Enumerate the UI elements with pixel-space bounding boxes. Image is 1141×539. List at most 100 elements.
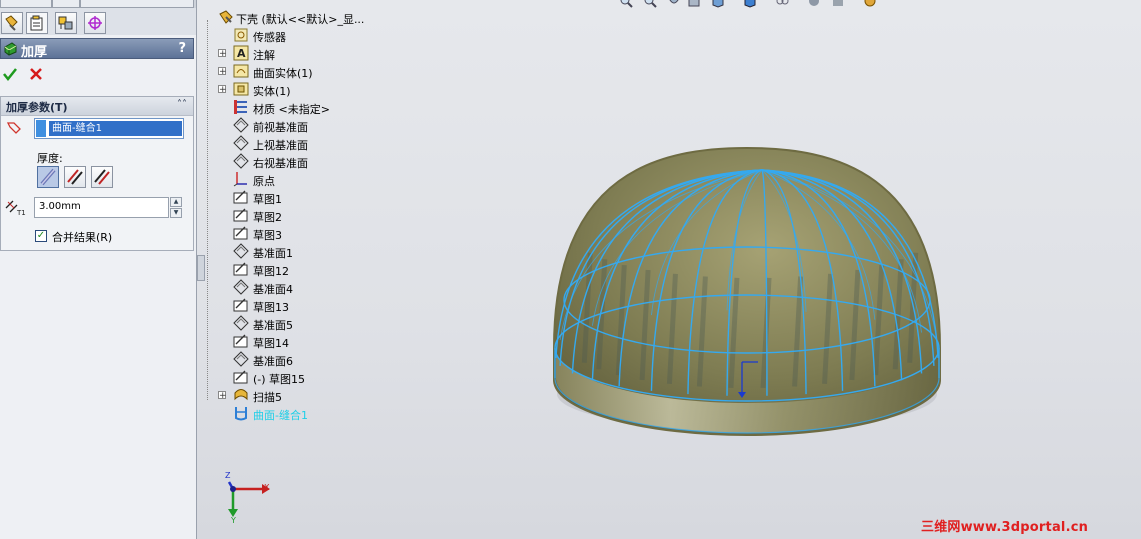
tree-connector-line [207, 20, 209, 400]
tree-item-label: 曲面-缝合1 [253, 409, 308, 422]
thicken-both-sides-button[interactable] [64, 166, 86, 188]
tree-item-label: 注解 [253, 49, 275, 62]
knit-surface-icon [235, 407, 247, 421]
section-title: 加厚参数(T) [6, 101, 68, 114]
help-button[interactable]: ? [178, 41, 186, 56]
tree-item-label: 草图2 [253, 211, 282, 224]
feature-manager-icon [5, 15, 18, 31]
expand-toggle-icon[interactable]: + [218, 85, 227, 95]
panel-splitter-handle[interactable] [197, 255, 205, 281]
plane-icon [233, 279, 249, 295]
tab-configuration-manager[interactable] [55, 12, 77, 34]
tab-dimxpert-manager[interactable] [84, 12, 106, 34]
plane-icon [233, 315, 249, 331]
material-icon [234, 100, 247, 114]
cancel-x-icon[interactable] [28, 66, 44, 82]
sketch-icon [233, 208, 248, 222]
site-watermark: 三维网www.3dportal.cn [921, 520, 1089, 535]
plane-icon [233, 153, 249, 169]
graphics-viewport[interactable] [206, 0, 1141, 539]
dimxpert-icon [88, 16, 102, 30]
tree-item-label: (-) 草图15 [253, 373, 306, 386]
sketch-icon [233, 190, 248, 204]
thicken-side1-icon [40, 168, 56, 186]
thickness-dimension-icon: T1 [5, 200, 26, 216]
spin-down-button[interactable]: ▼ [170, 208, 182, 218]
tab-top-bar [0, 0, 196, 8]
tree-item-label: 实体(1) [253, 85, 291, 98]
tree-item-label: 前视基准面 [253, 121, 308, 134]
thicken-side1-button[interactable] [37, 166, 59, 188]
plane-icon [233, 135, 249, 151]
tree-item-label: 草图1 [253, 193, 282, 206]
tab-property-manager[interactable] [26, 12, 48, 34]
zoom-area-icon[interactable] [643, 0, 657, 8]
property-manager-icon [30, 15, 43, 31]
surface-selection-box[interactable]: 曲面-缝合1 [34, 118, 184, 139]
edit-appearance-icon[interactable] [807, 0, 821, 8]
surface-bodies-icon [233, 64, 249, 78]
triad-z-label: Z [225, 471, 231, 480]
hide-show-items-icon[interactable] [775, 0, 789, 8]
tree-item-label: 下壳 (默认<<默认>_显... [236, 13, 365, 26]
merge-result-label[interactable]: 合并结果(R) [52, 229, 112, 245]
tab-top-segment [0, 0, 52, 8]
tab-feature-manager[interactable] [1, 12, 23, 34]
view-orientation-icon[interactable] [711, 0, 725, 8]
ok-check-icon[interactable] [2, 66, 18, 82]
surface-selection-icon [6, 122, 21, 134]
manager-tab-strip [0, 0, 196, 35]
previous-view-icon[interactable] [667, 0, 681, 8]
thicken-side2-icon [94, 169, 110, 185]
section-header[interactable]: 加厚参数(T) ˄˄ [1, 97, 193, 116]
thickness-input[interactable]: 3.00mm [34, 197, 169, 218]
tab-top-segment [80, 0, 194, 8]
annotation-icon: A [233, 45, 249, 61]
display-style-icon[interactable] [743, 0, 757, 8]
thicken-side2-button[interactable] [91, 166, 113, 188]
tree-item-label: 基准面5 [253, 319, 293, 332]
expand-toggle-icon[interactable]: + [218, 67, 227, 77]
sketch-icon [233, 298, 248, 312]
origin-icon [233, 172, 247, 187]
spin-up-button[interactable]: ▲ [170, 197, 182, 207]
tree-item-label: 材质 <未指定> [253, 103, 330, 116]
part-icon [219, 10, 233, 24]
sketch-icon [233, 226, 248, 240]
plane-icon [233, 351, 249, 367]
svg-text:T1: T1 [16, 209, 26, 216]
plane-icon [233, 243, 249, 259]
tree-item-label: 基准面6 [253, 355, 293, 368]
tree-item-label: 曲面实体(1) [253, 67, 313, 80]
tab-top-segment [52, 0, 80, 8]
selected-surface-item[interactable]: 曲面-缝合1 [49, 121, 182, 136]
selection-color-swatch [36, 120, 46, 137]
apply-scene-icon[interactable] [831, 0, 845, 8]
tree-item-label: 传感器 [253, 31, 286, 44]
tree-item-label: 原点 [253, 175, 275, 188]
tree-item-label: 右视基准面 [253, 157, 308, 170]
section-view-icon[interactable] [687, 0, 701, 8]
view-settings-icon[interactable] [863, 0, 877, 8]
tree-item-label: 上视基准面 [253, 139, 308, 152]
expand-toggle-icon[interactable]: + [218, 49, 227, 59]
thicken-both-sides-icon [67, 169, 83, 185]
sketch-icon [233, 370, 248, 384]
tree-item-label: 扫描5 [253, 391, 282, 404]
sweep-icon [234, 389, 248, 401]
property-manager-panel: 加厚 ? 加厚参数(T) ˄˄ 曲面-缝合1 厚度: T1 3.00mm ▲ ▼… [0, 0, 197, 539]
heads-up-view-toolbar [615, 0, 895, 9]
tree-item-label: 草图3 [253, 229, 282, 242]
tree-item-label: 草图12 [253, 265, 289, 278]
configuration-manager-icon [58, 16, 73, 30]
sketch-icon [233, 334, 248, 348]
zoom-to-fit-icon[interactable] [619, 0, 633, 8]
plane-icon [233, 117, 249, 133]
expand-toggle-icon[interactable]: + [218, 391, 227, 401]
sensor-icon [234, 28, 248, 42]
thicken-feature-icon [4, 42, 17, 56]
thickness-label: 厚度: [37, 152, 63, 165]
collapse-chevron-icon[interactable]: ˄˄ [177, 99, 187, 110]
merge-result-checkbox[interactable]: ✓ [35, 230, 47, 242]
tree-item-label: 基准面1 [253, 247, 293, 260]
